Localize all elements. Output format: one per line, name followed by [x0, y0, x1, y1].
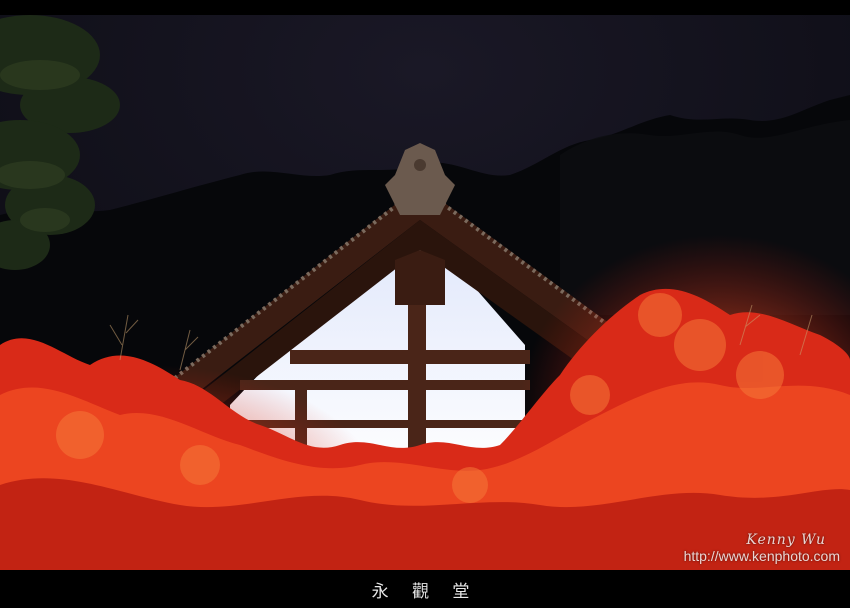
- photo-frame: Kenny Wu http://www.kenphoto.com: [0, 15, 850, 570]
- watermark-url: http://www.kenphoto.com: [683, 548, 840, 564]
- photo-watermark: Kenny Wu http://www.kenphoto.com: [684, 532, 840, 564]
- temple-photo: [0, 15, 850, 570]
- watermark-signature: Kenny Wu: [746, 532, 826, 548]
- photo-caption: 永 觀 堂: [371, 581, 479, 602]
